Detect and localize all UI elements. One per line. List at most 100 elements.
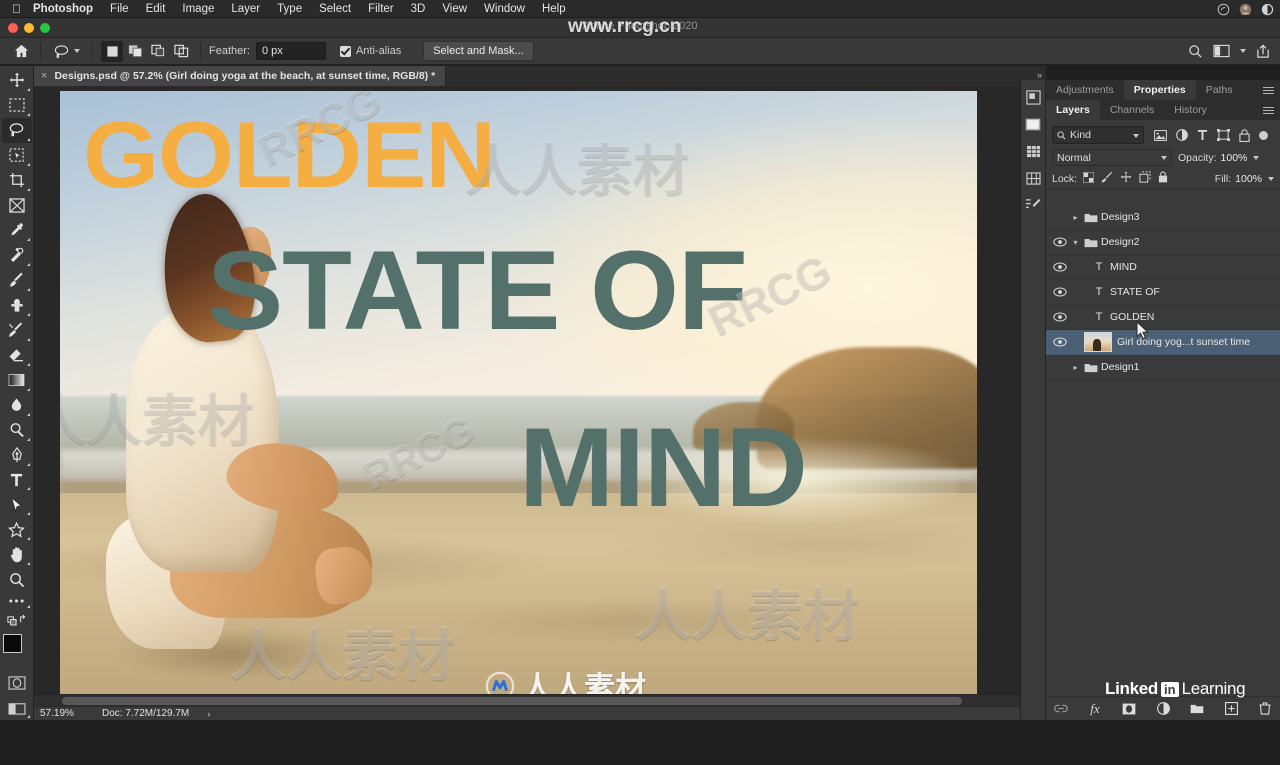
shape-filter-icon[interactable] bbox=[1216, 128, 1231, 143]
menu-item-select[interactable]: Select bbox=[319, 3, 351, 15]
menu-item-photoshop[interactable]: Photoshop bbox=[33, 3, 93, 15]
text-layer-mind[interactable]: MIND bbox=[519, 411, 808, 523]
foreground-color-swatch[interactable] bbox=[2, 634, 22, 654]
table-row[interactable]: ▸ Design1 bbox=[1046, 355, 1280, 380]
layer-name[interactable]: Design1 bbox=[1101, 361, 1140, 373]
menu-item-view[interactable]: View bbox=[442, 3, 467, 15]
share-icon[interactable] bbox=[1256, 43, 1270, 59]
tab-paths[interactable]: Paths bbox=[1195, 80, 1243, 100]
user-avatar-icon[interactable] bbox=[1239, 3, 1252, 16]
pen-tool[interactable] bbox=[2, 443, 32, 468]
eyedropper-tool[interactable] bbox=[2, 218, 32, 243]
default-swap-colors[interactable] bbox=[2, 610, 32, 630]
gradient-tool[interactable] bbox=[2, 368, 32, 393]
subtract-from-selection-button[interactable] bbox=[147, 41, 169, 62]
chevron-down-icon[interactable]: ▾ bbox=[1070, 238, 1081, 247]
zoom-level[interactable]: 57.19% bbox=[40, 708, 102, 719]
close-icon[interactable]: × bbox=[41, 70, 47, 82]
selection-mode-group[interactable] bbox=[101, 40, 192, 62]
creative-cloud-icon[interactable] bbox=[1217, 3, 1230, 16]
move-tool[interactable] bbox=[2, 68, 32, 93]
screen-mode-icon[interactable] bbox=[2, 695, 32, 720]
gradients-panel-icon[interactable] bbox=[1023, 169, 1043, 187]
color-swatches[interactable] bbox=[2, 634, 32, 664]
menu-item-help[interactable]: Help bbox=[542, 3, 566, 15]
smart-object-filter-icon[interactable] bbox=[1237, 128, 1252, 143]
rectangular-marquee-tool[interactable] bbox=[2, 93, 32, 118]
filter-toggle-icon[interactable] bbox=[1259, 130, 1268, 140]
quick-mask-icon[interactable] bbox=[2, 670, 32, 695]
libraries-panel-icon[interactable] bbox=[1023, 115, 1043, 133]
lock-transparent-pixels-icon[interactable] bbox=[1082, 171, 1095, 186]
filter-kind-select[interactable]: Kind bbox=[1052, 126, 1144, 144]
layer-visibility-toggle[interactable] bbox=[1050, 287, 1070, 297]
apple-icon[interactable]:  bbox=[12, 3, 21, 15]
panel-collapse-arrows[interactable]: » bbox=[1037, 70, 1042, 80]
adjustment-layer-icon[interactable] bbox=[1156, 701, 1171, 716]
search-icon[interactable] bbox=[1188, 44, 1203, 59]
lock-image-pixels-icon[interactable] bbox=[1101, 171, 1113, 186]
document-tab[interactable]: × Designs.psd @ 57.2% (Girl doing yoga a… bbox=[34, 66, 447, 86]
lasso-tool[interactable] bbox=[1, 117, 32, 143]
edit-toolbar-more-tool[interactable] bbox=[2, 592, 32, 610]
text-layer-golden[interactable]: GOLDEN bbox=[83, 108, 496, 202]
zoom-tool[interactable] bbox=[2, 567, 32, 592]
table-row[interactable]: ▸ Design3 bbox=[1046, 205, 1280, 230]
new-layer-icon[interactable] bbox=[1224, 701, 1239, 716]
fill-value[interactable]: 100% bbox=[1235, 173, 1262, 185]
new-group-icon[interactable] bbox=[1190, 701, 1205, 716]
lock-artboard-nesting-icon[interactable] bbox=[1139, 171, 1151, 186]
dropbox-icon[interactable] bbox=[1261, 3, 1274, 16]
table-row[interactable]: ▾ Design2 bbox=[1046, 230, 1280, 255]
tab-layers[interactable]: Layers bbox=[1046, 100, 1100, 120]
text-layer-state-of[interactable]: STATE OF bbox=[207, 235, 748, 347]
layer-name[interactable]: MIND bbox=[1110, 261, 1137, 273]
menu-item-image[interactable]: Image bbox=[182, 3, 214, 15]
history-brush-tool[interactable] bbox=[2, 318, 32, 343]
chevron-down-icon[interactable] bbox=[1253, 155, 1260, 160]
blend-mode-select[interactable]: Normal bbox=[1052, 149, 1172, 166]
canvas-area[interactable]: GOLDEN STATE OF MIND RRCG RRCG RRCG RRCG… bbox=[34, 86, 1046, 706]
tab-properties[interactable]: Properties bbox=[1123, 80, 1196, 100]
layer-visibility-toggle[interactable] bbox=[1050, 237, 1070, 247]
layer-visibility-toggle[interactable] bbox=[1050, 262, 1070, 272]
workspace-switcher-icon[interactable] bbox=[1213, 44, 1230, 58]
lock-all-icon[interactable] bbox=[1158, 171, 1168, 186]
adjustment-filter-icon[interactable] bbox=[1174, 128, 1189, 143]
table-row[interactable]: T MIND bbox=[1046, 255, 1280, 280]
menu-item-type[interactable]: Type bbox=[277, 3, 302, 15]
feather-input[interactable]: 0 px bbox=[255, 42, 326, 60]
layer-visibility-toggle[interactable] bbox=[1050, 312, 1070, 322]
clone-stamp-tool[interactable] bbox=[2, 293, 32, 318]
layer-thumbnail[interactable] bbox=[1084, 332, 1112, 352]
menu-item-layer[interactable]: Layer bbox=[231, 3, 260, 15]
delete-layer-icon[interactable] bbox=[1258, 701, 1273, 716]
layer-name[interactable]: STATE OF bbox=[1110, 286, 1160, 298]
blur-tool[interactable] bbox=[2, 393, 32, 418]
panel-menu-icon[interactable] bbox=[1263, 87, 1274, 96]
new-selection-button[interactable] bbox=[101, 40, 123, 62]
tab-channels[interactable]: Channels bbox=[1099, 100, 1165, 120]
pixel-filter-icon[interactable] bbox=[1153, 128, 1168, 143]
eraser-tool[interactable] bbox=[2, 343, 32, 368]
tab-adjustments[interactable]: Adjustments bbox=[1046, 80, 1124, 100]
fx-icon[interactable]: fx bbox=[1088, 701, 1103, 716]
intersect-with-selection-button[interactable] bbox=[170, 41, 192, 62]
layer-name[interactable]: Design3 bbox=[1101, 211, 1140, 223]
type-filter-icon[interactable] bbox=[1195, 128, 1210, 143]
layer-mask-icon[interactable] bbox=[1122, 701, 1137, 716]
tab-history[interactable]: History bbox=[1164, 100, 1217, 120]
adjustments-brush-icon[interactable] bbox=[1023, 196, 1043, 214]
frame-tool[interactable] bbox=[2, 193, 32, 218]
select-and-mask-button[interactable]: Select and Mask... bbox=[423, 41, 534, 61]
status-expand-icon[interactable]: › bbox=[207, 709, 210, 719]
menu-item-file[interactable]: File bbox=[110, 3, 129, 15]
path-selection-tool[interactable] bbox=[2, 492, 32, 517]
link-layers-icon[interactable] bbox=[1054, 701, 1069, 716]
hand-tool[interactable] bbox=[2, 542, 32, 567]
artboard[interactable]: GOLDEN STATE OF MIND RRCG RRCG RRCG RRCG… bbox=[60, 91, 977, 700]
tool-preset-picker[interactable] bbox=[49, 44, 84, 59]
chevron-right-icon[interactable]: ▸ bbox=[1070, 213, 1081, 222]
table-row[interactable]: Girl doing yog...t sunset time bbox=[1046, 330, 1280, 355]
chevron-down-icon[interactable] bbox=[1268, 176, 1274, 181]
